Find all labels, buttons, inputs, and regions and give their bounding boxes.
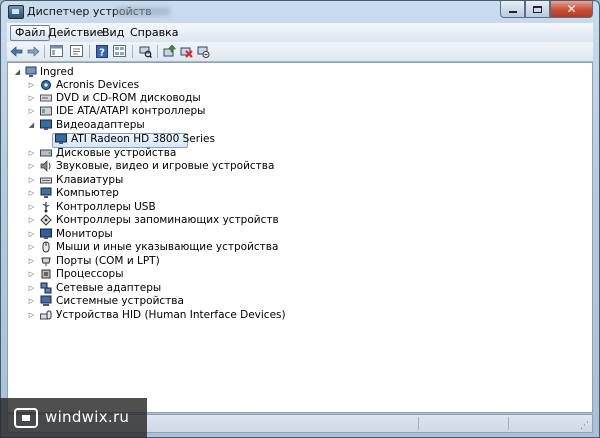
expand-arrow-icon[interactable]: ▷: [27, 228, 36, 241]
tree-item-label: Системные устройства: [56, 295, 184, 307]
title-bar[interactable]: Диспетчер устройств ✕: [1, 1, 599, 23]
tree-item-label: Порты (COM и LPT): [56, 255, 160, 267]
network-adapter-icon: [40, 282, 52, 294]
expand-arrow-icon[interactable]: ▷: [27, 187, 36, 200]
tree-item-label: Звуковые, видео и игровые устройства: [56, 160, 275, 172]
tree-item-label: Устройства HID (Human Interface Devices): [56, 309, 286, 321]
status-divider: [418, 417, 419, 430]
monitor-icon: [40, 228, 52, 240]
menu-action[interactable]: Действие: [48, 26, 103, 39]
menu-help[interactable]: Справка: [130, 26, 178, 39]
mouse-icon: [40, 241, 52, 253]
tree-item-label: Мыши и иные указывающие устройства: [56, 241, 279, 253]
disk-drive-icon: [40, 147, 52, 159]
expand-arrow-icon[interactable]: ▷: [27, 174, 36, 187]
maximize-button[interactable]: [525, 1, 550, 18]
tree-item-label: Мониторы: [56, 228, 113, 240]
expand-arrow-icon[interactable]: ▷: [27, 105, 36, 118]
computer-icon: [25, 66, 37, 78]
expand-arrow-icon[interactable]: ▷: [27, 268, 36, 281]
tree-item-label: Acronis Devices: [56, 79, 140, 91]
svg-text:?: ?: [99, 47, 105, 58]
blurred-title-area: [116, 7, 170, 16]
view-icon[interactable]: [112, 44, 127, 58]
ide-controller-icon: [40, 105, 52, 117]
toolbar-separator: [89, 45, 90, 58]
window-controls: ✕: [500, 1, 593, 19]
menu-bar: Файл Действие Вид Справка: [7, 23, 593, 43]
help-icon[interactable]: ?: [94, 44, 109, 58]
tree-item-label: Компьютер: [56, 187, 119, 199]
port-icon: [40, 255, 52, 267]
minimize-icon: [508, 11, 517, 13]
expand-arrow-icon[interactable]: ▷: [27, 309, 36, 322]
maximize-icon: [533, 5, 542, 13]
computer-icon: [40, 187, 52, 199]
expand-arrow-icon[interactable]: ▷: [27, 201, 36, 214]
expand-arrow-icon[interactable]: ▷: [27, 282, 36, 295]
tree-item-label: Контроллеры USB: [56, 201, 156, 213]
menu-view[interactable]: Вид: [102, 26, 124, 39]
usb-controller-icon: [40, 201, 52, 213]
device-manager-icon: [8, 5, 24, 19]
show-hide-console-tree-icon[interactable]: [49, 44, 64, 58]
properties-icon[interactable]: [69, 44, 84, 58]
tree-item-label: Сетевые адаптеры: [56, 282, 162, 294]
acronis-device-icon: [40, 79, 52, 91]
expand-arrow-icon[interactable]: ▷: [27, 214, 36, 227]
tree-item-label: Дисковые устройства: [56, 147, 177, 159]
uninstall-device-icon[interactable]: [179, 44, 194, 58]
collapse-arrow-icon[interactable]: ◢: [27, 119, 36, 132]
sound-device-icon: [40, 160, 52, 172]
toolbar: ?: [7, 42, 593, 62]
back-arrow-icon[interactable]: [9, 44, 24, 58]
system-device-icon: [40, 295, 52, 307]
device-manager-window: Диспетчер устройств ✕ Файл Действие Вид …: [0, 0, 600, 438]
storage-controller-icon: [40, 214, 52, 226]
expand-arrow-icon[interactable]: ▷: [27, 92, 36, 105]
tree-item-label: Контроллеры запоминающих устройств: [56, 214, 279, 226]
dvd-drive-icon: [40, 92, 52, 104]
expand-arrow-icon[interactable]: ▷: [27, 79, 36, 92]
resize-grip-icon[interactable]: ⋰: [580, 421, 590, 431]
toolbar-separator: [132, 45, 133, 58]
collapse-arrow-icon[interactable]: ◢: [13, 66, 22, 79]
processor-icon: [40, 268, 52, 280]
close-button[interactable]: ✕: [550, 1, 593, 18]
tree-item-label: Видеоадаптеры: [56, 119, 145, 131]
tree-item-label: DVD и CD-ROM дисководы: [56, 92, 201, 104]
disable-device-icon[interactable]: [196, 44, 211, 58]
expand-arrow-icon[interactable]: ▷: [27, 147, 36, 160]
scan-hardware-icon[interactable]: [138, 44, 153, 58]
display-adapter-icon: [55, 133, 67, 145]
display-adapter-icon: [40, 119, 52, 131]
toolbar-separator: [44, 45, 45, 58]
menu-file[interactable]: Файл: [10, 25, 51, 41]
tree-root-label: Ingred: [40, 66, 74, 78]
tree-item-label: ATI Radeon HD 3800 Series: [71, 133, 215, 145]
expand-arrow-icon[interactable]: ▷: [27, 255, 36, 268]
tree-item-label: IDE ATA/ATAPI контроллеры: [56, 105, 206, 117]
hid-device-icon: [40, 309, 52, 321]
forward-arrow-icon[interactable]: [26, 44, 41, 58]
device-tree[interactable]: ◢ Ingred ▷ Acronis Devices ▷ DVD и CD-RO…: [7, 62, 593, 413]
keyboard-icon: [40, 174, 52, 186]
tree-item-label: Процессоры: [56, 268, 124, 280]
toolbar-separator: [157, 45, 158, 58]
update-driver-icon[interactable]: [162, 44, 177, 58]
expand-arrow-icon[interactable]: ▷: [27, 241, 36, 254]
expand-arrow-icon[interactable]: ▷: [27, 295, 36, 308]
status-divider: [508, 417, 509, 430]
tree-item-label: Клавиатуры: [56, 174, 124, 186]
watermark-text: windwix.ru: [45, 408, 130, 426]
watermark-logo-icon: [14, 408, 38, 428]
watermark: windwix.ru: [0, 398, 147, 438]
minimize-button[interactable]: [500, 1, 525, 18]
expand-arrow-icon[interactable]: ▷: [27, 160, 36, 173]
